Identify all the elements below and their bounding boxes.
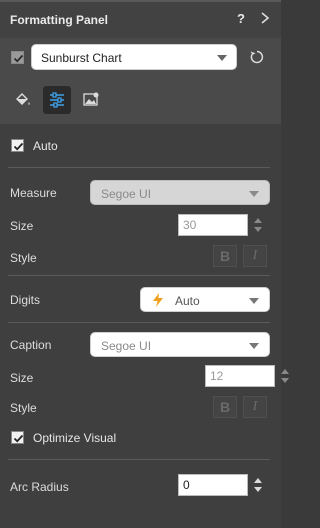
measure-bold-button[interactable]: B: [213, 245, 237, 267]
caption-italic-button[interactable]: I: [243, 396, 267, 418]
measure-italic-button[interactable]: I: [243, 245, 267, 267]
stepper-arrows[interactable]: [277, 365, 293, 387]
lightning-icon: [153, 293, 163, 307]
auto-label: Auto: [33, 139, 58, 153]
chart-type-row: Sunburst Chart: [0, 38, 281, 78]
tab-image[interactable]: [77, 86, 105, 114]
sliders-icon: [50, 92, 64, 108]
auto-checkbox[interactable]: [11, 139, 24, 152]
format-tabs: [0, 78, 281, 124]
paint-bucket-icon: [16, 93, 30, 105]
stepper-arrows[interactable]: [250, 214, 266, 236]
divider: [8, 275, 270, 276]
arrow-up-icon: [254, 218, 262, 223]
caption-font-value: Segoe UI: [101, 339, 152, 353]
tab-settings[interactable]: [43, 86, 71, 114]
divider: [8, 322, 270, 323]
arc-radius-input[interactable]: 0: [178, 474, 248, 496]
measure-font-value: Segoe UI: [101, 187, 152, 201]
chevron-right-icon[interactable]: [258, 10, 272, 26]
reset-icon[interactable]: [249, 49, 265, 65]
panel-title: Formatting Panel: [10, 13, 109, 27]
digits-select[interactable]: Auto: [140, 287, 270, 312]
image-settings-icon: [83, 92, 99, 106]
caption-size-input[interactable]: 12: [205, 365, 275, 387]
arrow-down-icon: [281, 378, 289, 383]
arc-radius-label: Arc Radius: [10, 480, 69, 494]
measure-label: Measure: [10, 186, 57, 200]
arrow-up-icon: [281, 369, 289, 374]
chart-enable-checkbox[interactable]: [11, 51, 24, 64]
caption-size-label: Size: [10, 371, 34, 385]
measure-size-stepper[interactable]: 30: [178, 214, 268, 238]
optimize-visual-label: Optimize Visual: [33, 431, 117, 445]
chevron-down-icon: [217, 55, 227, 61]
measure-size-input[interactable]: 30: [178, 214, 248, 236]
optimize-visual-checkbox[interactable]: [11, 431, 24, 444]
divider: [8, 459, 270, 460]
chevron-down-icon: [249, 298, 259, 304]
chevron-down-icon: [249, 343, 259, 349]
arrow-up-icon: [254, 478, 262, 483]
panel-header: Formatting Panel ?: [0, 0, 281, 38]
help-icon[interactable]: ?: [237, 11, 245, 26]
chart-type-select[interactable]: Sunburst Chart: [31, 44, 237, 70]
tab-fill[interactable]: [9, 86, 37, 114]
arrow-down-icon: [254, 227, 262, 232]
arc-radius-stepper[interactable]: 0: [178, 474, 268, 498]
caption-label: Caption: [10, 338, 52, 352]
formatting-panel: Formatting Panel ? Sunburst Chart Auto M…: [0, 0, 289, 528]
stepper-arrows[interactable]: [250, 474, 266, 496]
caption-font-select[interactable]: Segoe UI: [90, 332, 270, 357]
arrow-down-icon: [254, 487, 262, 492]
chart-type-value: Sunburst Chart: [41, 51, 122, 65]
digits-value: Auto: [175, 294, 200, 308]
settings-section: Auto Measure Segoe UI Size 30 Style B I …: [0, 124, 289, 528]
chevron-down-icon: [249, 191, 259, 197]
measure-style-label: Style: [10, 251, 37, 265]
caption-size-stepper[interactable]: 12: [205, 365, 295, 389]
divider: [8, 167, 270, 168]
measure-size-label: Size: [10, 219, 34, 233]
caption-bold-button[interactable]: B: [213, 396, 237, 418]
digits-label: Digits: [10, 293, 41, 307]
measure-font-select[interactable]: Segoe UI: [90, 180, 270, 205]
caption-style-label: Style: [10, 401, 37, 415]
